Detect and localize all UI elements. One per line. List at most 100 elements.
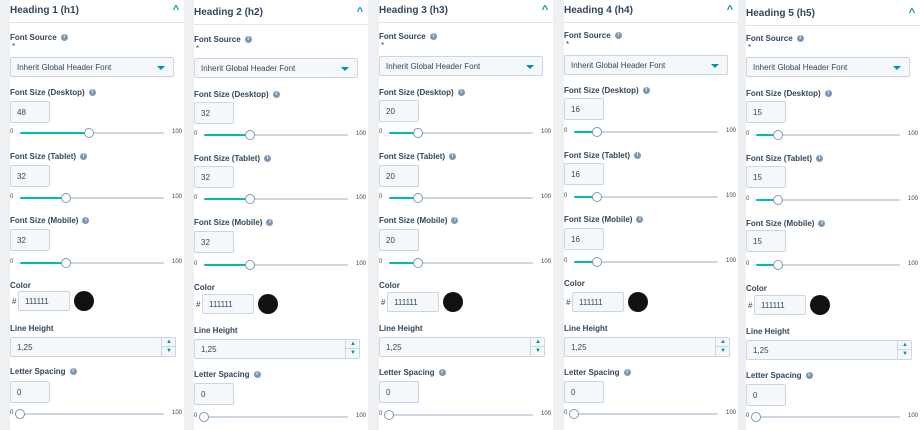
stepper-up-icon[interactable]: ▲ [346,340,360,349]
info-icon[interactable]: i [82,217,90,224]
font-source-select[interactable]: Inherit Global Header Font [194,58,358,78]
font-size-mobile-slider[interactable]: 0 100 [10,258,182,268]
font-size-tablet-slider[interactable]: 0 100 [564,192,736,202]
info-icon[interactable]: i [438,369,446,376]
slider-thumb[interactable] [412,128,423,138]
slider-thumb[interactable] [569,409,579,419]
info-icon[interactable]: i [69,368,77,375]
chevron-up-icon[interactable]: ^ [906,6,918,20]
slider-track[interactable] [756,195,900,205]
info-icon[interactable]: i [266,219,274,226]
color-hex-input[interactable]: 111111 [754,295,806,315]
font-size-desktop-input[interactable]: 16 [564,98,604,120]
info-icon[interactable]: i [80,153,88,160]
slider-track[interactable] [751,412,900,422]
slider-thumb[interactable] [245,194,256,204]
chevron-up-icon[interactable]: ^ [354,5,366,19]
font-size-desktop-input[interactable]: 48 [10,101,50,123]
info-icon[interactable]: i [805,372,813,379]
slider-thumb[interactable] [412,193,423,203]
font-size-mobile-input[interactable]: 16 [564,228,604,250]
font-size-mobile-slider[interactable]: 0 100 [379,258,551,268]
letter-spacing-input[interactable]: 0 [379,381,419,403]
slider-thumb[interactable] [772,195,783,205]
font-size-desktop-slider[interactable]: 0 100 [564,127,736,137]
info-icon[interactable]: i [824,90,832,97]
info-icon[interactable]: i [244,36,252,43]
font-size-desktop-slider[interactable]: 0 100 [746,130,918,140]
font-size-desktop-slider[interactable]: 0 100 [10,128,182,138]
font-size-tablet-input[interactable]: 16 [564,163,604,185]
slider-thumb[interactable] [592,192,603,202]
font-size-mobile-input[interactable]: 15 [746,230,786,252]
stepper-down-icon[interactable]: ▼ [531,347,545,356]
info-icon[interactable]: i [264,155,272,162]
font-source-select[interactable]: Inherit Global Header Font [746,57,910,77]
slider-track[interactable] [574,257,718,267]
font-source-select[interactable]: Inherit Global Header Font [379,56,543,76]
info-icon[interactable]: i [88,89,96,96]
slider-track[interactable] [204,194,348,204]
panel-header[interactable]: Heading 3 (h3) ^ [379,3,553,19]
slider-thumb[interactable] [84,128,95,138]
chevron-up-icon[interactable]: ^ [170,3,182,17]
font-size-tablet-input[interactable]: 32 [194,166,234,188]
info-icon[interactable]: i [429,33,437,40]
slider-track[interactable] [384,410,533,420]
slider-track[interactable] [20,128,164,138]
font-size-desktop-slider[interactable]: 0 100 [379,128,551,138]
info-icon[interactable]: i [614,32,622,39]
info-icon[interactable]: i [272,91,280,98]
slider-thumb[interactable] [61,258,72,268]
slider-track[interactable] [204,130,348,140]
line-height-input[interactable]: 1,25 ▲ ▼ [746,340,912,360]
slider-track[interactable] [574,192,718,202]
font-source-select[interactable]: Inherit Global Header Font [564,55,728,75]
slider-thumb[interactable] [592,127,603,137]
font-size-tablet-slider[interactable]: 0 100 [746,195,918,205]
info-icon[interactable]: i [636,216,644,223]
font-size-mobile-input[interactable]: 20 [379,229,419,251]
slider-thumb[interactable] [772,130,783,140]
slider-track[interactable] [756,260,900,270]
slider-track[interactable] [20,193,164,203]
font-size-tablet-input[interactable]: 15 [746,166,786,188]
color-swatch[interactable] [443,292,463,312]
slider-track[interactable] [15,409,164,419]
slider-track[interactable] [20,258,164,268]
font-size-tablet-slider[interactable]: 0 100 [10,193,182,203]
letter-spacing-slider[interactable]: 0 100 [564,409,736,419]
font-size-mobile-slider[interactable]: 0 100 [746,260,918,270]
letter-spacing-input[interactable]: 0 [194,383,234,405]
info-icon[interactable]: i [451,217,459,224]
slider-thumb[interactable] [412,258,423,268]
panel-header[interactable]: Heading 1 (h1) ^ [10,3,184,19]
color-swatch[interactable] [74,291,94,311]
slider-thumb[interactable] [592,257,603,267]
panel-header[interactable]: Heading 4 (h4) ^ [564,3,738,19]
font-size-tablet-input[interactable]: 32 [10,165,50,187]
color-swatch[interactable] [810,295,830,315]
font-size-desktop-input[interactable]: 20 [379,100,419,122]
font-size-desktop-slider[interactable]: 0 100 [194,130,366,140]
font-size-mobile-input[interactable]: 32 [10,229,50,251]
color-swatch[interactable] [628,292,648,312]
color-hex-input[interactable]: 111111 [387,292,439,312]
letter-spacing-slider[interactable]: 0 100 [379,410,551,420]
slider-thumb[interactable] [199,412,209,422]
font-size-desktop-input[interactable]: 32 [194,102,234,124]
font-size-tablet-slider[interactable]: 0 100 [379,193,551,203]
line-height-input[interactable]: 1,25 ▲ ▼ [194,339,360,359]
slider-track[interactable] [389,193,533,203]
info-icon[interactable]: i [623,369,631,376]
color-hex-input[interactable]: 111111 [202,294,254,314]
letter-spacing-input[interactable]: 0 [10,381,50,403]
letter-spacing-slider[interactable]: 0 100 [194,412,366,422]
info-icon[interactable]: i [253,371,261,378]
slider-thumb[interactable] [772,260,783,270]
font-size-mobile-slider[interactable]: 0 100 [194,260,366,270]
line-height-input[interactable]: 1,25 ▲ ▼ [10,337,176,357]
color-swatch[interactable] [258,294,278,314]
info-icon[interactable]: i [816,155,824,162]
font-source-select[interactable]: Inherit Global Header Font [10,57,174,77]
